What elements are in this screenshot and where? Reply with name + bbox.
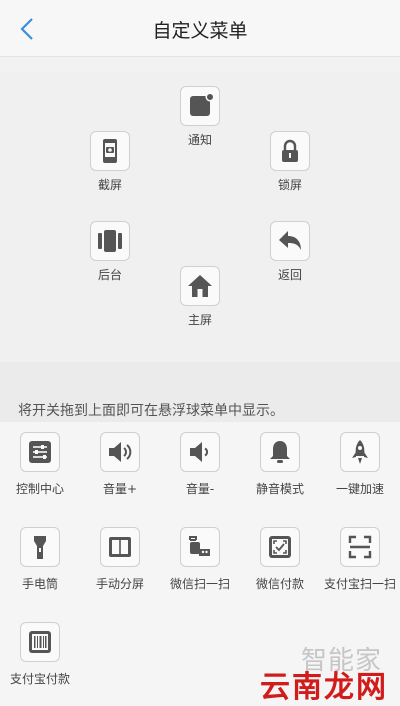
toggle-split-screen[interactable]: 手动分屏	[78, 527, 162, 593]
watermark-main-text: 云南龙网	[260, 670, 388, 705]
bell-icon	[270, 441, 290, 463]
volume-down-icon	[190, 442, 209, 462]
menu-item-lock[interactable]: 锁屏	[248, 131, 332, 194]
multitask-icon	[98, 230, 122, 252]
menu-item-notify[interactable]: 通知	[158, 86, 242, 149]
sliders-icon	[29, 441, 51, 463]
toggle-label: 控制中心	[15, 482, 64, 496]
toggle-label: 支付宝扫一扫	[323, 577, 396, 591]
toggle-volume-up[interactable]: 音量+	[78, 432, 162, 498]
scan-icon	[348, 535, 372, 559]
menu-item-label: 截屏	[97, 178, 122, 192]
menu-item-label: 返回	[277, 268, 302, 282]
volume-up-icon	[109, 442, 132, 462]
toggle-alipay-pay[interactable]: 支付宝付款	[0, 622, 82, 688]
toggle-label: 音量-	[185, 482, 215, 496]
toggle-boost[interactable]: 一键加速	[318, 432, 400, 498]
toggle-label: 音量+	[102, 482, 138, 496]
menu-item-home[interactable]: 主屏	[158, 266, 242, 329]
menu-item-label: 锁屏	[277, 178, 302, 192]
menu-item-label: 主屏	[187, 313, 212, 327]
toggle-silent[interactable]: 静音模式	[238, 432, 322, 498]
flashlight-icon	[34, 536, 46, 559]
screenshot-icon	[103, 139, 117, 163]
toggle-label: 支付宝付款	[9, 672, 70, 686]
notification-icon	[190, 92, 215, 116]
title-bar: 自定义菜单	[0, 0, 400, 57]
lock-icon	[282, 139, 298, 162]
menu-item-label: 后台	[97, 268, 122, 282]
barcode-icon	[29, 631, 51, 653]
split-screen-icon	[109, 537, 131, 557]
toggle-label: 手动分屏	[95, 577, 144, 591]
toggle-label: 手电筒	[21, 577, 58, 591]
back-arrow-icon	[279, 231, 301, 250]
scan-frame-icon	[269, 536, 291, 558]
toggle-label: 微信扫一扫	[169, 577, 230, 591]
toggle-wechat-pay[interactable]: 微信付款	[238, 527, 322, 593]
toggle-label: 静音模式	[255, 482, 304, 496]
menu-item-back[interactable]: 返回	[248, 221, 332, 284]
rocket-icon	[352, 440, 368, 464]
toggle-flashlight[interactable]: 手电筒	[0, 527, 82, 593]
watermark: 智能家 云南龙网	[260, 640, 390, 705]
home-icon	[188, 275, 212, 297]
toggle-alipay-scan[interactable]: 支付宝扫一扫	[318, 527, 400, 593]
toggle-label: 微信付款	[255, 577, 304, 591]
toggle-volume-down[interactable]: 音量-	[158, 432, 242, 498]
toggle-wechat-scan[interactable]: 微信扫一扫	[158, 527, 242, 593]
wechat-scan-icon	[189, 536, 210, 556]
menu-item-screenshot[interactable]: 截屏	[68, 131, 152, 194]
menu-item-label: 通知	[187, 133, 212, 147]
toggle-control-center[interactable]: 控制中心	[0, 432, 82, 498]
toggle-label: 一键加速	[335, 482, 384, 496]
menu-item-background[interactable]: 后台	[68, 221, 152, 284]
page-title: 自定义菜单	[152, 20, 248, 42]
hint-text: 将开关拖到上面即可在悬浮球菜单中显示。	[18, 403, 284, 419]
